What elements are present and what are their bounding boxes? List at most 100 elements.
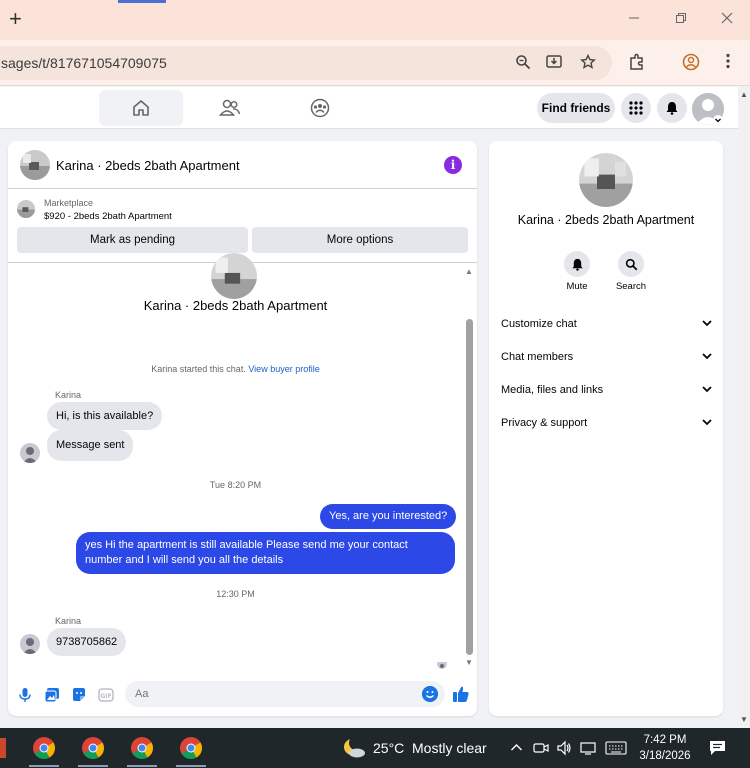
grid-icon: [629, 101, 643, 115]
taskbar-running-indicator: [29, 765, 59, 767]
customize-chat-section[interactable]: Customize chat: [501, 315, 713, 335]
scroll-down-arrow-icon[interactable]: ▼: [740, 715, 748, 724]
account-chevron-icon[interactable]: [713, 115, 723, 125]
chrome-window-icon[interactable]: [131, 737, 153, 759]
network-icon[interactable]: [580, 740, 598, 756]
meet-now-icon[interactable]: [533, 740, 549, 756]
pinned-app-partial-icon[interactable]: [0, 738, 6, 758]
emoji-button[interactable]: [422, 686, 438, 702]
show-hidden-icons-chevron-icon[interactable]: [510, 742, 523, 752]
apartment-photo-icon: [20, 150, 50, 180]
restore-button[interactable]: [671, 10, 691, 30]
groups-icon: [310, 98, 330, 118]
chrome-window-icon[interactable]: [180, 737, 202, 759]
seen-receipt-avatar: [437, 659, 447, 669]
more-options-button[interactable]: More options: [252, 227, 468, 253]
incoming-message[interactable]: Hi, is this available?: [47, 402, 163, 430]
message-input-box[interactable]: [125, 681, 445, 707]
keyboard-icon[interactable]: [605, 741, 627, 755]
chat-scroll-thumb[interactable]: [466, 319, 473, 655]
photo-icon: [44, 688, 59, 703]
section-label: Customize chat: [501, 318, 577, 330]
scroll-up-arrow-icon[interactable]: ▲: [740, 90, 748, 99]
url-text[interactable]: sages/t/817671054709075: [1, 55, 167, 71]
sticker-button[interactable]: [71, 687, 87, 703]
profile-icon[interactable]: [682, 53, 700, 71]
taskbar-clock[interactable]: 7:42 PM 3/18/2026: [635, 732, 695, 764]
chrome-window-icon[interactable]: [33, 737, 55, 759]
sender-avatar[interactable]: [20, 634, 40, 654]
gif-button[interactable]: GIF: [98, 687, 114, 703]
mark-as-pending-button[interactable]: Mark as pending: [17, 227, 248, 253]
attach-photo-button[interactable]: [44, 687, 60, 703]
chevron-down-icon: [702, 419, 712, 426]
like-button[interactable]: [452, 685, 469, 702]
chat-scrollbar[interactable]: ▲ ▼: [465, 263, 475, 673]
view-buyer-profile-link[interactable]: View buyer profile: [248, 364, 319, 374]
incoming-message[interactable]: Message sent: [47, 430, 134, 461]
incoming-message[interactable]: 9738705862: [47, 628, 127, 656]
chevron-down-icon: [702, 320, 712, 327]
close-button[interactable]: [717, 10, 737, 30]
message-input[interactable]: [135, 686, 405, 702]
friends-icon: [219, 99, 241, 116]
minimize-icon: [629, 17, 639, 19]
privacy-support-section[interactable]: Privacy & support: [501, 414, 713, 434]
bookmark-star-icon[interactable]: [579, 53, 597, 72]
minimize-button[interactable]: [624, 10, 644, 30]
microphone-icon: [19, 688, 31, 702]
info-panel-title: Karina · 2beds 2bath Apartment: [517, 213, 695, 227]
section-label: Privacy & support: [501, 417, 588, 429]
chat-members-section[interactable]: Chat members: [501, 348, 713, 368]
weather-description[interactable]: Mostly clear: [412, 740, 487, 756]
chat-scroll-down-icon[interactable]: ▼: [465, 658, 473, 667]
gif-icon: GIF: [98, 688, 114, 702]
conversation-title: Karina · 2beds 2bath Apartment: [143, 298, 328, 313]
outgoing-message[interactable]: Yes, are you interested?: [320, 504, 457, 529]
bell-icon: [571, 258, 583, 271]
page-scrollbar[interactable]: ▲ ▼: [738, 87, 750, 727]
sender-name: Karina: [55, 390, 82, 400]
notifications-button[interactable]: [657, 93, 687, 123]
notification-center-icon[interactable]: [709, 740, 726, 756]
voice-clip-button[interactable]: [17, 687, 33, 703]
clock-time: 7:42 PM: [643, 734, 687, 746]
groups-tab[interactable]: [278, 90, 362, 126]
mute-button[interactable]: [564, 251, 590, 277]
chat-header-name[interactable]: Karina · 2beds 2bath Apartment: [56, 158, 240, 173]
extensions-icon[interactable]: [628, 53, 646, 71]
outgoing-message[interactable]: yes Hi the apartment is still available …: [76, 532, 455, 574]
facebook-top-nav: Find friends: [0, 87, 738, 129]
weather-moon-icon[interactable]: [342, 736, 366, 759]
sender-avatar[interactable]: [20, 443, 40, 463]
friends-tab[interactable]: [188, 90, 272, 126]
info-panel-photo[interactable]: [579, 153, 633, 207]
marketplace-listing-row[interactable]: Marketplace $920 - 2beds 2bath Apartment: [8, 190, 477, 226]
taskbar-running-indicator: [78, 765, 108, 767]
new-tab-button[interactable]: +: [9, 8, 22, 30]
sticker-icon: [73, 688, 85, 701]
conversation-info-icon[interactable]: i: [444, 156, 462, 174]
address-bar-row: sages/t/817671054709075: [0, 40, 750, 86]
zoom-icon[interactable]: [514, 54, 532, 72]
address-bar[interactable]: sages/t/817671054709075: [0, 46, 612, 80]
chat-started-line: Karina started this chat. View buyer pro…: [8, 364, 463, 374]
weather-temperature[interactable]: 25°C: [373, 740, 404, 756]
listing-thumbnail: [17, 200, 35, 218]
chat-header: Karina · 2beds 2bath Apartment i: [8, 141, 477, 189]
chat-started-text: Karina started this chat.: [151, 364, 246, 374]
timestamp: Tue 8:20 PM: [209, 480, 262, 490]
menu-grid-button[interactable]: [621, 93, 651, 123]
media-files-links-section[interactable]: Media, files and links: [501, 381, 713, 401]
home-tab[interactable]: [99, 90, 183, 126]
search-conversation-button[interactable]: [618, 251, 644, 277]
chat-thumbnail[interactable]: [20, 150, 50, 180]
mute-label: Mute: [566, 281, 588, 292]
volume-icon[interactable]: [556, 740, 572, 756]
emoji-icon: [422, 686, 438, 702]
find-friends-button[interactable]: Find friends: [537, 93, 615, 123]
browser-menu-icon[interactable]: [719, 53, 737, 71]
chat-scroll-up-icon[interactable]: ▲: [465, 267, 473, 276]
chrome-window-icon[interactable]: [82, 737, 104, 759]
install-app-icon[interactable]: [546, 54, 564, 72]
